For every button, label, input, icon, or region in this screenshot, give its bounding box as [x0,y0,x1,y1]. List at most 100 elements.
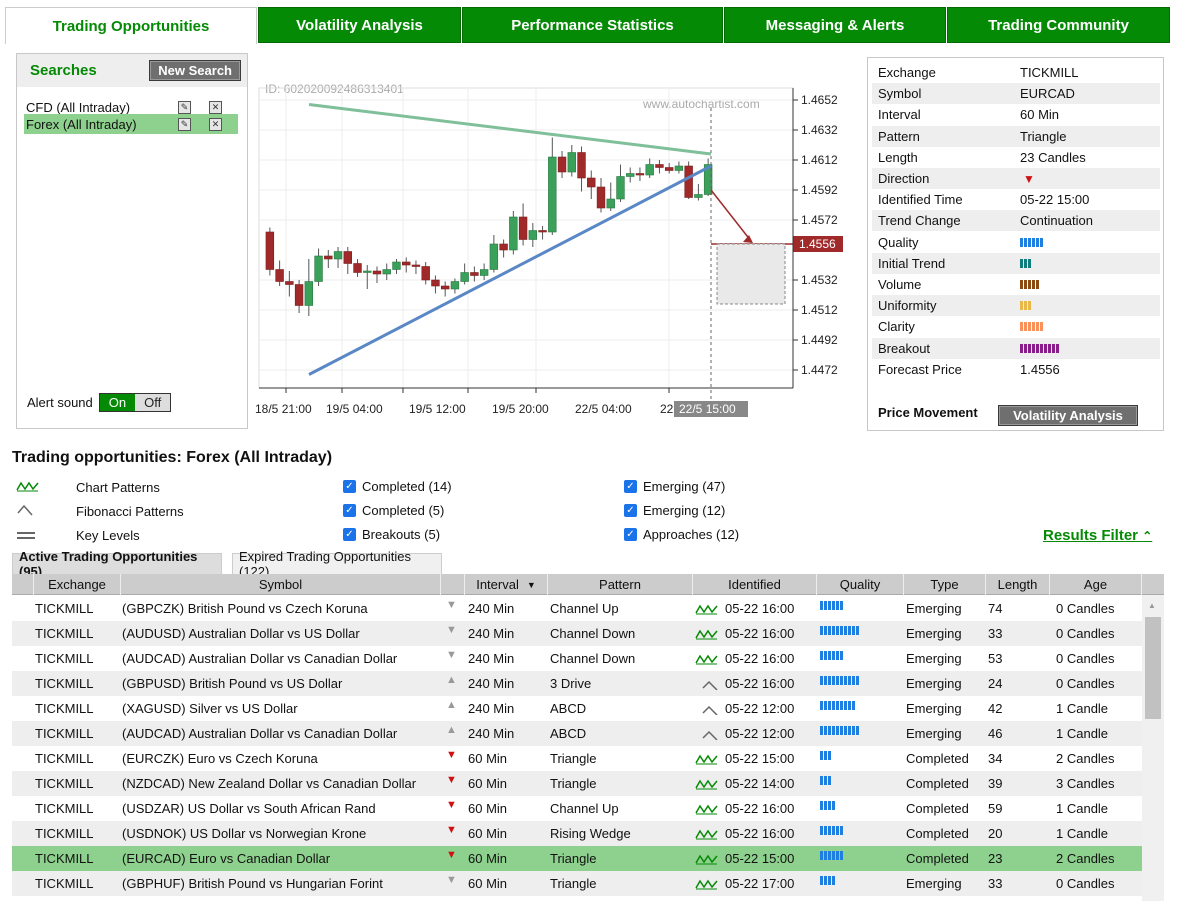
checkbox-checked-icon[interactable]: ✓ [624,504,637,517]
cell-length: 53 [988,651,1003,666]
scroll-up-icon[interactable]: ▲ [1148,601,1156,610]
cell-length: 59 [988,801,1003,816]
quality-bar [852,625,855,635]
forecast-box [716,243,786,305]
cell-type: Completed [906,801,969,816]
table-header: Exchange Symbol Interval ▼ Pattern Identifie… [12,574,1164,595]
column-header[interactable]: Exchange [34,574,121,595]
column-header[interactable]: Length [986,574,1050,595]
quality-bar [824,750,827,760]
detail-value [1020,343,1060,353]
sort-desc-icon[interactable]: ▼ [527,580,536,590]
rating-bar [1040,343,1043,353]
filter-emerging-chart[interactable]: ✓ Emerging (47) [624,479,725,494]
tab-messaging-alerts[interactable]: Messaging & Alerts [724,7,946,43]
checkbox-checked-icon[interactable]: ✓ [343,504,356,517]
filter-completed-chart[interactable]: ✓ Completed (14) [343,479,452,494]
volatility-analysis-button[interactable]: Volatility Analysis [998,405,1138,426]
toggle-off[interactable]: Off [135,394,171,411]
quality-bar [820,875,823,885]
table-row[interactable]: TICKMILL (USDZAR) US Dollar vs South Afri… [12,796,1142,821]
edit-icon[interactable]: ✎ [178,100,191,114]
table-row[interactable]: TICKMILL (EURCZK) Euro vs Czech Koruna ▼ 60… [12,746,1142,771]
rating-bar [1032,343,1035,353]
searches-header: Searches New Search [17,54,247,87]
tab-volatility-analysis[interactable]: Volatility Analysis [258,7,461,43]
filter-emerging-fib[interactable]: ✓ Emerging (12) [624,503,725,518]
checkbox-checked-icon[interactable]: ✓ [343,528,356,541]
quality-bar [828,725,831,735]
support-line [308,164,712,376]
candle-body [577,152,586,179]
table-row[interactable]: TICKMILL (GBPUSD) British Pound vs US Dol… [12,671,1142,696]
cell-pattern: Rising Wedge [550,826,631,841]
chart-pattern-icon [695,604,718,614]
column-header[interactable]: Pattern [548,574,693,595]
new-search-button[interactable]: New Search [149,60,241,81]
delete-icon[interactable]: ✕ [209,100,222,114]
results-filter-link[interactable]: Results Filter ⌃ [1043,527,1152,544]
cell-length: 46 [988,726,1003,741]
tab-expired-opportunities[interactable]: Expired Trading Opportunities (122) [232,549,442,579]
delete-icon[interactable]: ✕ [209,117,222,131]
search-item-forex[interactable]: Forex (All Intraday) ✎ ✕ [24,114,238,134]
cell-quality [820,746,832,771]
table-row[interactable]: TICKMILL (XAGUSD) Silver vs US Dollar ▲ 240… [12,696,1142,721]
quality-rating [820,850,844,867]
quality-bar [852,675,855,685]
candle-body [314,255,323,282]
quality-bar [832,600,835,610]
quality-bar [824,650,827,660]
cell-pattern-icon [695,771,719,796]
tab-trading-opportunities[interactable]: Trading Opportunities [5,7,257,44]
rating-bar [1032,322,1035,332]
cell-type: Completed [906,851,969,866]
scrollbar-thumb[interactable] [1145,617,1161,719]
tab-performance-statistics[interactable]: Performance Statistics [462,7,723,43]
cell-age: 0 Candles [1056,601,1115,616]
cell-type: Completed [906,776,969,791]
table-row[interactable]: TICKMILL (EURCAD) Euro vs Canadian Dollar… [12,846,1142,871]
table-row[interactable]: TICKMILL (GBPCZK) British Pound vs Czech … [12,596,1142,621]
candle-body [265,231,275,270]
checkbox-checked-icon[interactable]: ✓ [343,480,356,493]
column-header[interactable]: Symbol [121,574,441,595]
checkbox-checked-icon[interactable]: ✓ [624,528,637,541]
quality-bar [856,725,859,735]
column-header[interactable]: Quality [817,574,904,595]
table-row[interactable]: TICKMILL (AUDCAD) Australian Dollar vs Ca… [12,646,1142,671]
column-header[interactable]: Type [904,574,986,595]
detail-label: Trend Change [878,213,961,229]
column-header[interactable]: Age [1050,574,1142,595]
cell-pattern: Channel Down [550,651,636,666]
detail-label: Initial Trend [878,255,946,271]
cell-direction: ▲ [446,696,457,721]
x-tick-label: 22/5 04:00 [575,402,632,416]
filter-breakouts[interactable]: ✓ Breakouts (5) [343,527,440,542]
edit-icon[interactable]: ✎ [178,117,191,131]
toggle-on[interactable]: On [99,394,136,411]
table-row[interactable]: TICKMILL (NZDCAD) New Zealand Dollar vs C… [12,771,1142,796]
cell-symbol: (NZDCAD) New Zealand Dollar vs Canadian … [122,776,417,791]
quality-bar [836,600,839,610]
column-header[interactable]: Identified [693,574,817,595]
tab-trading-community[interactable]: Trading Community [947,7,1170,43]
alert-sound-toggle[interactable]: On Off [98,393,172,412]
rating-bar [1028,343,1031,353]
table-row[interactable]: TICKMILL (AUDUSD) Australian Dollar vs US… [12,621,1142,646]
tab-active-opportunities[interactable]: Active Trading Opportunities (95) [12,549,222,579]
y-tick-label: 1.4512 [801,303,838,317]
table-row[interactable]: TICKMILL (AUDCAD) Australian Dollar vs Ca… [12,721,1142,746]
cell-quality [820,621,860,646]
cell-direction: ▼ [446,646,457,671]
table-row[interactable]: TICKMILL (USDNOK) US Dollar vs Norwegian … [12,821,1142,846]
table-row[interactable]: TICKMILL (GBPHUF) British Pound vs Hungar… [12,871,1142,896]
candle-body [470,272,479,276]
column-header[interactable]: Interval ▼ [465,574,548,595]
scrollbar[interactable]: ▲ [1142,595,1164,901]
filter-approaches[interactable]: ✓ Approaches (12) [624,527,739,542]
checkbox-checked-icon[interactable]: ✓ [624,480,637,493]
filter-completed-fib[interactable]: ✓ Completed (5) [343,503,444,518]
chart-pattern-icon [695,829,718,839]
quality-bar [820,625,823,635]
